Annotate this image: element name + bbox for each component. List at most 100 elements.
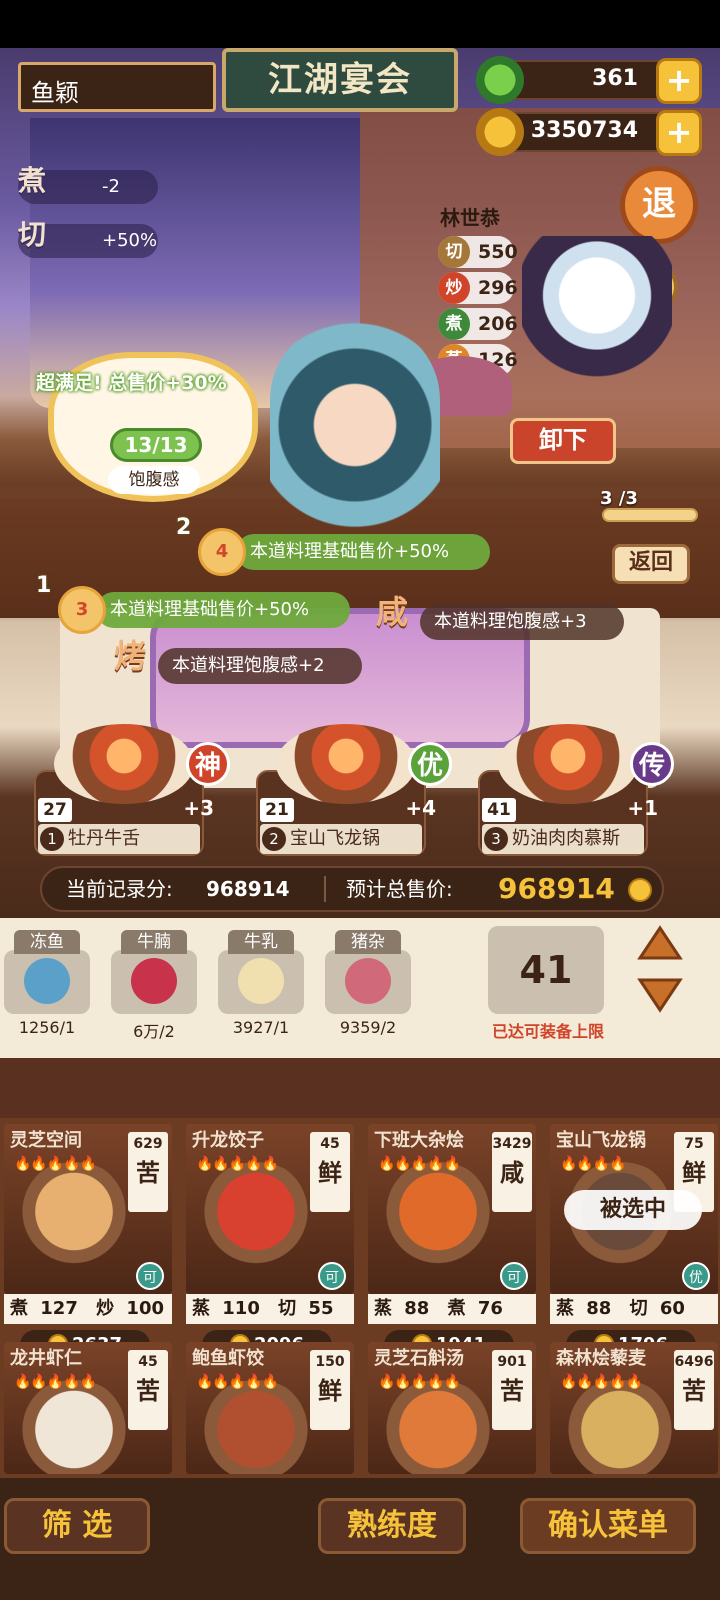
- skill-value: 60: [659, 1298, 685, 1319]
- recipe-badge: 45 鲜: [310, 1132, 350, 1212]
- effect-tag: 咸 本道料理饱腹感+3: [376, 594, 624, 640]
- skill-value: 88: [586, 1298, 612, 1319]
- recipe-badge: 6496 苦: [674, 1350, 714, 1430]
- recipe-image: 龙井虾仁 🔥🔥🔥🔥🔥 45 苦: [4, 1342, 172, 1474]
- recipe-stock: 901: [497, 1354, 527, 1370]
- fire-level-icon: 3: [58, 586, 106, 634]
- recipe-image: 鲍鱼虾饺 🔥🔥🔥🔥🔥 150 鲜: [186, 1342, 354, 1474]
- recipe-card[interactable]: 龙井虾仁 🔥🔥🔥🔥🔥 45 苦: [4, 1342, 172, 1474]
- scroll-up-icon[interactable]: [636, 922, 684, 962]
- back-button[interactable]: 返回: [612, 544, 690, 584]
- fire-rating: 🔥🔥🔥🔥🔥: [196, 1156, 279, 1172]
- jade-icon: [476, 56, 524, 104]
- recipe-card[interactable]: 下班大杂烩 🔥🔥🔥🔥🔥 3429 咸 可 蒸 88 煮 76 1941: [368, 1124, 536, 1360]
- coin-icon: [628, 878, 652, 902]
- recipe-image: 灵芝石斛汤 🔥🔥🔥🔥🔥 901 苦: [368, 1342, 536, 1474]
- ingredient-name: 牛腩: [121, 930, 187, 954]
- equip-limit-label: 已达可装备上限: [491, 1022, 604, 1041]
- recipe-badge: 3429 咸: [492, 1132, 532, 1212]
- satiety-count: 13/13: [110, 428, 202, 462]
- ingredient-slot[interactable]: 猪杂 9359/2: [325, 930, 411, 1037]
- ingredient-box: [111, 950, 197, 1014]
- ingredient-count: 3927/1: [232, 1018, 290, 1037]
- selected-dish[interactable]: 21 +4 宝山飞龙锅 2 优: [256, 724, 452, 860]
- ingredient-box: [4, 950, 90, 1014]
- taste-label: 鲜: [682, 1158, 706, 1187]
- recipe-title: 升龙饺子: [192, 1130, 264, 1151]
- buff-value: +50%: [102, 230, 158, 251]
- skill-name: 炒: [96, 1298, 115, 1319]
- effect-tag: 烤 本道料理饱腹感+2: [114, 638, 362, 684]
- ingredient-box: [325, 950, 411, 1014]
- scroll-down-icon[interactable]: [636, 976, 684, 1016]
- recipe-card[interactable]: 灵芝空间 🔥🔥🔥🔥🔥 629 苦 可 煮 127 炒 100 2637: [4, 1124, 172, 1360]
- skill-icon: 炒: [438, 272, 470, 304]
- skill-value: 127: [40, 1298, 78, 1319]
- fire-rating: 🔥🔥🔥🔥🔥: [378, 1156, 461, 1172]
- ingredient-icon: [345, 958, 391, 1004]
- confirm-menu-button[interactable]: 确认菜单: [520, 1498, 696, 1554]
- score-bar: 当前记录分: 968914 预计总售价: 968914: [40, 866, 664, 912]
- recipe-image: 升龙饺子 🔥🔥🔥🔥🔥 45 鲜 可: [186, 1124, 354, 1294]
- dish-index: 2: [262, 827, 286, 851]
- proficiency-button[interactable]: 熟练度: [318, 1498, 466, 1554]
- salty-icon: 咸: [376, 593, 409, 631]
- skill-name: 切: [278, 1298, 297, 1319]
- recipe-badge: 45 苦: [128, 1350, 168, 1430]
- exit-button[interactable]: 退: [620, 166, 698, 244]
- dish-image: [560, 1380, 680, 1474]
- recipe-card[interactable]: 鲍鱼虾饺 🔥🔥🔥🔥🔥 150 鲜: [186, 1342, 354, 1474]
- recipe-stock: 75: [684, 1136, 704, 1152]
- roast-icon: 烤: [114, 637, 147, 675]
- selected-dish[interactable]: 27 +3 牡丹牛舌 1 神: [34, 724, 230, 860]
- ingredient-slot[interactable]: 牛乳 3927/1: [218, 930, 304, 1037]
- unload-button[interactable]: 卸下: [510, 418, 616, 464]
- rank-badge: 可: [136, 1262, 164, 1290]
- dish-image: [54, 724, 194, 804]
- recipe-image: 下班大杂烩 🔥🔥🔥🔥🔥 3429 咸 可: [368, 1124, 536, 1294]
- fire-rating: 🔥🔥🔥🔥🔥: [560, 1374, 643, 1390]
- effect-index: 2: [176, 515, 192, 540]
- recipe-card[interactable]: 升龙饺子 🔥🔥🔥🔥🔥 45 鲜 可 蒸 110 切 55 2096: [186, 1124, 354, 1360]
- dish-bonus: +3: [183, 796, 214, 820]
- recipe-title: 龙井虾仁: [10, 1348, 82, 1369]
- add-coins-button[interactable]: +: [656, 110, 702, 156]
- dish-count: 21: [260, 798, 294, 822]
- coin-icon: [476, 108, 524, 156]
- status-bar: [0, 0, 720, 48]
- add-jade-button[interactable]: +: [656, 58, 702, 104]
- progress-bar: [602, 508, 698, 522]
- selected-dish[interactable]: 41 +1 奶油肉肉慕斯 3 传: [478, 724, 674, 860]
- dish-bonus: +4: [405, 796, 436, 820]
- dish-image: [14, 1162, 134, 1272]
- ingredient-icon: [24, 958, 70, 1004]
- chef-avatar[interactable]: [522, 236, 672, 406]
- recipe-stock: 6496: [674, 1354, 714, 1370]
- recipe-badge: 150 鲜: [310, 1350, 350, 1430]
- progress-label: 3 /3: [600, 488, 638, 509]
- coin-amount: 3350734: [530, 118, 638, 143]
- recipe-title: 下班大杂烩: [374, 1130, 464, 1151]
- ingredient-slot[interactable]: 冻鱼 1256/1: [4, 930, 90, 1037]
- recipe-title: 灵芝石斛汤: [374, 1348, 464, 1369]
- skill-name: 煮: [10, 1298, 28, 1319]
- effect-text: 本道料理基础售价+50%: [110, 599, 310, 620]
- page-title: 江湖宴会: [222, 48, 458, 112]
- ingredient-slot[interactable]: 牛腩 6万/2: [111, 930, 197, 1041]
- chef-name: 林世恭: [440, 206, 500, 230]
- player-name-field[interactable]: 鱼颖: [18, 62, 216, 112]
- cut-icon: 切: [18, 218, 47, 251]
- skill-value: 76: [477, 1298, 503, 1319]
- recipe-title: 森林烩藜麦: [556, 1348, 646, 1369]
- recipe-skills: 蒸 88 煮 76: [368, 1294, 536, 1324]
- recipe-card[interactable]: 森林烩藜麦 🔥🔥🔥🔥🔥 6496 苦: [550, 1342, 718, 1474]
- rank-badge: 可: [500, 1262, 528, 1290]
- recipe-card[interactable]: 灵芝石斛汤 🔥🔥🔥🔥🔥 901 苦: [368, 1342, 536, 1474]
- dish-count: 41: [482, 798, 516, 822]
- jade-amount: 361: [592, 66, 638, 91]
- equip-count: 41: [488, 926, 604, 1014]
- selected-indicator: 被选中: [564, 1190, 702, 1230]
- ingredient-icon: [238, 958, 284, 1004]
- skill-name: 蒸: [192, 1298, 210, 1319]
- filter-button[interactable]: 筛 选: [4, 1498, 150, 1554]
